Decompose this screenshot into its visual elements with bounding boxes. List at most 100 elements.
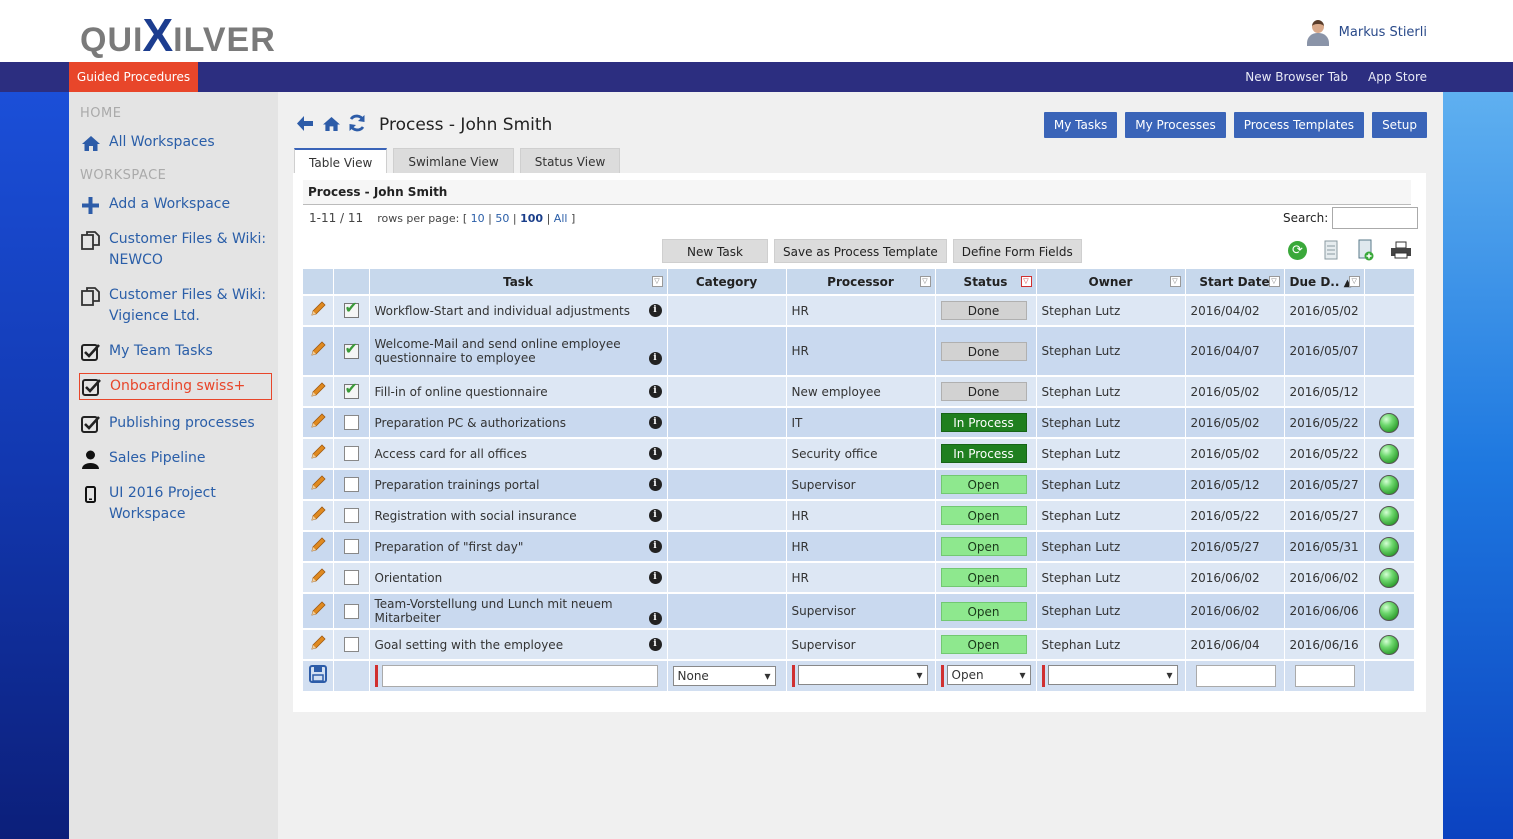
status-badge[interactable]: Open — [940, 475, 1027, 494]
task-name[interactable]: Access card for all offices — [375, 447, 527, 461]
user-menu[interactable]: Markus Stierli — [1305, 18, 1427, 46]
pencil-icon[interactable] — [308, 474, 328, 495]
filter-icon[interactable]: ▽ — [1268, 276, 1280, 287]
task-name[interactable]: Preparation trainings portal — [375, 478, 540, 492]
status-badge[interactable]: Open — [940, 537, 1027, 556]
sidebar-item-ui2016[interactable]: UI 2016 Project Workspace — [80, 483, 270, 525]
status-badge[interactable]: Done — [940, 301, 1027, 320]
start-date-input[interactable] — [1195, 665, 1276, 687]
tab-table-view[interactable]: Table View — [294, 148, 388, 174]
table-row[interactable]: Preparation trainings portal i Supervisor O… — [303, 468, 1415, 500]
task-name[interactable]: Goal setting with the employee — [375, 638, 564, 652]
task-checkbox[interactable] — [343, 339, 359, 359]
pencil-icon[interactable] — [308, 341, 328, 361]
pencil-icon[interactable] — [308, 567, 328, 588]
task-checkbox[interactable] — [343, 508, 359, 523]
filter-icon[interactable]: ▽ — [919, 276, 931, 287]
info-icon[interactable]: i — [648, 385, 662, 398]
table-row[interactable]: Welcome-Mail and send online employee qu… — [303, 325, 1415, 376]
pencil-icon[interactable] — [308, 412, 328, 433]
print-icon[interactable] — [1390, 239, 1412, 261]
setup-button[interactable]: Setup — [1372, 112, 1427, 138]
save-as-template-button[interactable]: Save as Process Template — [774, 239, 947, 263]
sidebar-item-sales-pipeline[interactable]: Sales Pipeline — [80, 448, 270, 469]
header-category[interactable]: Category — [667, 269, 787, 295]
task-checkbox[interactable] — [343, 298, 359, 318]
rows-all-link[interactable]: All — [554, 212, 568, 225]
status-badge[interactable]: In Process — [940, 444, 1027, 463]
status-badge[interactable]: In Process — [940, 413, 1027, 432]
info-icon[interactable]: i — [648, 304, 662, 317]
task-checkbox[interactable] — [343, 415, 359, 430]
sidebar-item-add-workspace[interactable]: Add a Workspace — [80, 194, 270, 215]
status-badge[interactable]: Open — [940, 635, 1027, 654]
table-row[interactable]: Preparation PC & authorizations i IT In Pro… — [303, 406, 1415, 438]
status-badge[interactable]: Open — [940, 568, 1027, 587]
owner-select[interactable]: ▾ — [1047, 665, 1178, 685]
my-processes-button[interactable]: My Processes — [1125, 112, 1226, 138]
sidebar-item-my-team-tasks[interactable]: My Team Tasks — [80, 341, 270, 362]
task-checkbox[interactable] — [343, 637, 359, 652]
table-row[interactable]: Registration with social insurance i HR Ope… — [303, 499, 1415, 531]
status-badge[interactable]: Open — [940, 506, 1027, 525]
processor-select[interactable]: ▾ — [797, 665, 928, 685]
filter-icon[interactable]: ▽ — [651, 276, 663, 287]
pencil-icon[interactable] — [308, 634, 328, 655]
due-date-input[interactable] — [1294, 665, 1355, 687]
user-name[interactable]: Markus Stierli — [1339, 25, 1427, 40]
task-checkbox[interactable] — [343, 539, 359, 554]
header-start-date[interactable]: Start Date ▽ — [1185, 269, 1285, 295]
pencil-icon[interactable] — [308, 601, 328, 621]
info-icon[interactable]: i — [648, 447, 662, 460]
task-name[interactable]: Welcome-Mail and send online employee qu… — [375, 337, 645, 365]
new-task-button[interactable]: New Task — [662, 239, 768, 263]
define-form-fields-button[interactable]: Define Form Fields — [952, 239, 1082, 263]
info-icon[interactable]: i — [648, 638, 662, 651]
task-name[interactable]: Team-Vorstellung und Lunch mit neuem Mit… — [375, 597, 645, 625]
task-name[interactable]: Preparation of "first day" — [375, 540, 524, 554]
status-badge[interactable]: Open — [940, 601, 1027, 621]
header-processor[interactable]: Processor ▽ — [786, 269, 936, 295]
sidebar-item-publishing[interactable]: Publishing processes — [80, 413, 270, 434]
nav-app-store[interactable]: App Store — [1368, 62, 1427, 92]
sidebar-item-onboarding[interactable]: Onboarding swiss+ — [79, 373, 272, 400]
reload-icon[interactable]: ⟳ — [1288, 240, 1307, 260]
info-icon[interactable]: i — [648, 612, 662, 625]
status-select[interactable]: Open ▾ — [946, 665, 1031, 685]
tab-status-view[interactable]: Status View — [519, 148, 621, 174]
info-icon[interactable]: i — [648, 416, 662, 429]
sidebar-item-newco[interactable]: Customer Files & Wiki: NEWCO — [80, 229, 270, 271]
header-owner[interactable]: Owner ▽ — [1036, 269, 1186, 295]
task-name[interactable]: Registration with social insurance — [375, 509, 577, 523]
task-name[interactable]: Fill-in of online questionnaire — [375, 385, 548, 399]
category-select[interactable]: None ▾ — [672, 666, 776, 686]
refresh-icon[interactable] — [348, 114, 366, 137]
table-row[interactable]: Goal setting with the employee i Superviso… — [303, 628, 1415, 660]
status-badge[interactable]: Done — [940, 382, 1027, 401]
export-icon[interactable] — [1355, 239, 1377, 261]
nav-new-browser-tab[interactable]: New Browser Tab — [1245, 62, 1348, 92]
filter-icon[interactable]: ▽ — [1169, 276, 1181, 287]
task-name[interactable]: Orientation — [375, 571, 443, 585]
header-status[interactable]: Status ▽ — [935, 269, 1037, 295]
nav-guided-procedures[interactable]: Guided Procedures — [69, 62, 198, 92]
search-input[interactable] — [1332, 207, 1419, 229]
avatar[interactable] — [1305, 18, 1331, 46]
pencil-icon[interactable] — [308, 381, 328, 402]
task-name[interactable]: Preparation PC & authorizations — [375, 416, 567, 430]
info-icon[interactable]: i — [648, 509, 662, 522]
filter-icon[interactable]: ▽ — [1348, 276, 1360, 287]
filter-active-icon[interactable]: ▽ — [1020, 276, 1032, 287]
task-checkbox[interactable] — [343, 477, 359, 492]
rows-100-link[interactable]: 100 — [520, 212, 543, 225]
task-checkbox[interactable] — [343, 570, 359, 585]
process-templates-button[interactable]: Process Templates — [1233, 112, 1365, 138]
info-icon[interactable]: i — [648, 478, 662, 491]
table-row[interactable]: Workflow-Start and individual adjustment… — [303, 294, 1415, 326]
table-row[interactable]: Fill-in of online questionnaire i New empl… — [303, 375, 1415, 407]
pencil-icon[interactable] — [308, 300, 328, 321]
pencil-icon[interactable] — [308, 505, 328, 526]
table-row[interactable]: Preparation of "first day" i HR Open Stephan… — [303, 530, 1415, 562]
status-badge[interactable]: Done — [940, 341, 1027, 361]
back-arrow-icon[interactable] — [296, 115, 314, 137]
